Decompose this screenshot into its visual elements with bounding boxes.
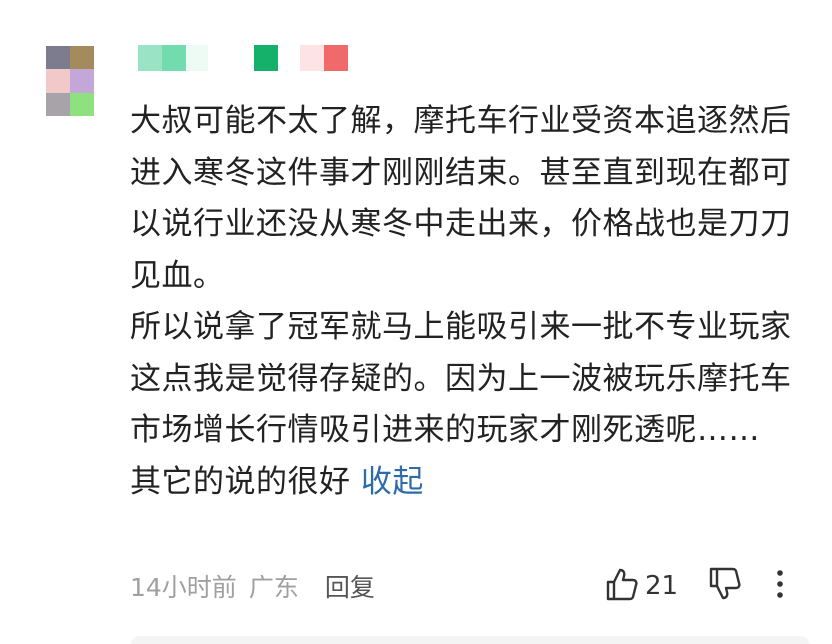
username-mosaic-block (324, 45, 348, 71)
more-button[interactable] (776, 569, 784, 603)
username-mosaic-block (254, 45, 278, 71)
avatar-pixel (70, 92, 94, 116)
avatar[interactable] (46, 46, 94, 116)
comment-body: 大叔可能不太了解，摩托车行业受资本追逐然后进入寒冬这件事才刚刚结束。甚至直到现在… (130, 96, 800, 508)
timestamp: 14小时前 (130, 573, 237, 602)
avatar-pixel (46, 46, 70, 70)
avatar-pixel (70, 69, 94, 93)
username-mosaic-block (162, 45, 186, 71)
comment-actions: 21 (605, 566, 784, 606)
like-count: 21 (645, 571, 679, 601)
thumbs-down-icon (708, 566, 742, 606)
reply-button[interactable]: 回复 (325, 568, 375, 604)
comment-paragraph: 大叔可能不太了解，摩托车行业受资本追逐然后进入寒冬这件事才刚刚结束。甚至直到现在… (130, 103, 792, 294)
thumbs-up-icon (605, 566, 639, 606)
more-vertical-icon (776, 569, 784, 603)
username-blurred[interactable] (138, 45, 348, 71)
username-mosaic-block (186, 45, 208, 71)
username-mosaic-block (208, 45, 254, 71)
location-label: 广东 (248, 573, 299, 602)
comment-paragraph: 所以说拿了冠军就马上能吸引来一批不专业玩家这点我是觉得存疑的。因为上一波被玩乐摩… (130, 309, 792, 448)
dislike-button[interactable] (708, 566, 742, 606)
collapse-link[interactable]: 收起 (361, 464, 424, 500)
avatar-pixel (46, 69, 70, 93)
like-button[interactable]: 21 (605, 566, 678, 606)
next-comment-card (130, 636, 810, 644)
username-mosaic-block (138, 45, 162, 71)
comment-paragraph: 其它的说的很好 (130, 463, 351, 500)
comment-last-line: 其它的说的很好 收起 (130, 457, 800, 509)
avatar-pixel (46, 92, 70, 116)
username-mosaic-block (278, 45, 300, 71)
username-mosaic-block (300, 45, 324, 71)
avatar-pixel (70, 46, 94, 70)
comment-meta: 14小时前 广东 回复 (130, 568, 375, 604)
